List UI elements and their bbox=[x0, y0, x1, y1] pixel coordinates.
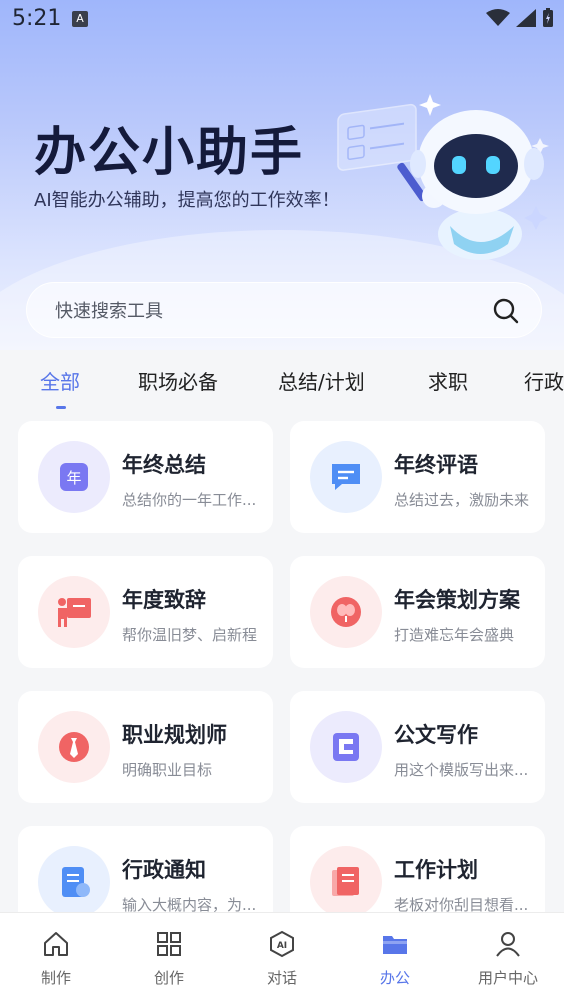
tab-all[interactable]: 全部 bbox=[40, 366, 80, 395]
ai-chat-icon: AI bbox=[270, 930, 294, 958]
tab-administration[interactable]: 行政 bbox=[524, 366, 564, 395]
home-icon bbox=[44, 932, 68, 956]
tab-job-hunting[interactable]: 求职 bbox=[428, 366, 468, 395]
tool-card-year-review[interactable]: 年终评语 总结过去，激励未来 bbox=[290, 421, 545, 533]
balloon-icon bbox=[310, 576, 382, 648]
wifi-icon bbox=[486, 9, 510, 26]
nav-item-office[interactable]: 办公 bbox=[339, 913, 451, 1003]
user-icon bbox=[496, 932, 520, 957]
tool-description: 打造难忘年会盛典 bbox=[394, 626, 515, 644]
search-icon[interactable] bbox=[493, 298, 519, 324]
tool-title: 年终评语 bbox=[394, 453, 478, 477]
search-input[interactable] bbox=[53, 283, 477, 339]
status-bar: 5:21 A bbox=[0, 0, 564, 38]
tool-card-year-summary[interactable]: 年 年终总结 总结你的一年工作... bbox=[18, 421, 273, 533]
tab-workplace[interactable]: 职场必备 bbox=[138, 366, 218, 395]
nav-label: 用户中心 bbox=[477, 969, 538, 987]
bottom-navigation: 制作 创作 AI 对话 办公 用户中心 bbox=[0, 912, 564, 1003]
chat-bubble-icon bbox=[310, 441, 382, 513]
tool-description: 总结你的一年工作... bbox=[122, 491, 257, 509]
tool-title: 职业规划师 bbox=[122, 723, 227, 747]
plan-book-icon bbox=[310, 846, 382, 918]
nav-label: 制作 bbox=[40, 969, 71, 987]
grid-icon bbox=[157, 932, 181, 956]
folder-icon bbox=[383, 936, 407, 954]
nav-item-user-center[interactable]: 用户中心 bbox=[452, 913, 564, 1003]
tool-card-annual-speech[interactable]: 年度致辞 帮你温旧梦、启新程 bbox=[18, 556, 273, 668]
signal-icon bbox=[516, 9, 536, 27]
nav-item-chat[interactable]: AI 对话 bbox=[226, 913, 338, 1003]
tool-title: 年度致辞 bbox=[122, 588, 206, 612]
robot-mascot-illustration bbox=[337, 94, 549, 260]
notice-icon bbox=[38, 846, 110, 918]
tool-card-career-planner[interactable]: 职业规划师 明确职业目标 bbox=[18, 691, 273, 803]
nav-label: 办公 bbox=[379, 969, 410, 987]
notification-icon: A bbox=[72, 11, 88, 27]
tab-summary-plan[interactable]: 总结/计划 bbox=[278, 366, 365, 395]
nav-label: 创作 bbox=[153, 969, 184, 987]
tool-card-party-plan[interactable]: 年会策划方案 打造难忘年会盛典 bbox=[290, 556, 545, 668]
document-flag-icon bbox=[310, 711, 382, 783]
battery-icon bbox=[543, 8, 553, 27]
svg-text:年: 年 bbox=[66, 469, 81, 487]
tool-card-official-writing[interactable]: 公文写作 用这个模版写出来... bbox=[290, 691, 545, 803]
tool-title: 行政通知 bbox=[122, 858, 206, 882]
tool-title: 工作计划 bbox=[394, 858, 478, 882]
page-subtitle: AI智能办公辅助，提高您的工作效率！ bbox=[34, 190, 340, 211]
presentation-icon bbox=[38, 576, 110, 648]
system-icons bbox=[486, 8, 554, 28]
nav-item-make[interactable]: 制作 bbox=[0, 913, 112, 1003]
svg-text:AI: AI bbox=[277, 941, 287, 951]
tool-description: 明确职业目标 bbox=[122, 761, 213, 779]
tool-title: 公文写作 bbox=[394, 723, 478, 747]
tool-title: 年终总结 bbox=[122, 453, 206, 477]
tool-description: 用这个模版写出来... bbox=[394, 761, 529, 779]
search-bar[interactable] bbox=[26, 282, 542, 339]
category-tabs: 全部 职场必备 总结/计划 求职 行政 bbox=[0, 350, 564, 412]
active-tab-indicator bbox=[56, 406, 66, 409]
nav-label: 对话 bbox=[266, 969, 297, 987]
hero-banner: 5:21 A 办公小助手 AI智能办公辅助，提高您的工作效率！ bbox=[0, 0, 564, 350]
year-calendar-icon: 年 bbox=[38, 441, 110, 513]
tool-description: 总结过去，激励未来 bbox=[394, 491, 530, 509]
tool-description: 帮你温旧梦、启新程 bbox=[122, 626, 258, 644]
tool-title: 年会策划方案 bbox=[394, 588, 520, 612]
page-title: 办公小助手 bbox=[34, 123, 305, 183]
status-time: 5:21 bbox=[12, 6, 62, 31]
tie-icon bbox=[38, 711, 110, 783]
nav-item-create[interactable]: 创作 bbox=[113, 913, 225, 1003]
